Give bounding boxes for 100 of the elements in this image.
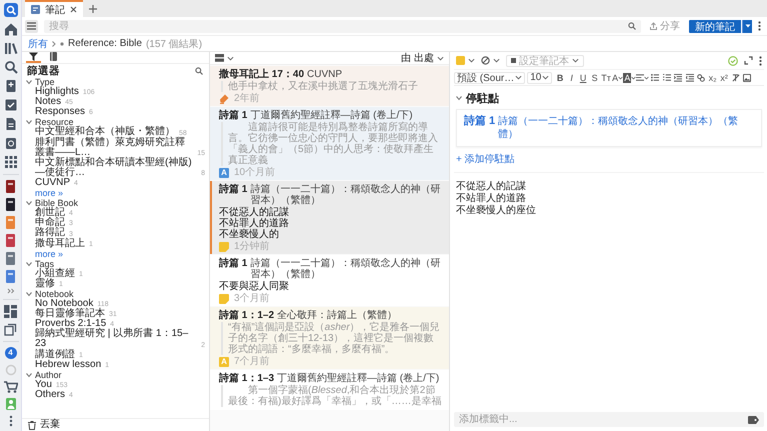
note-text: 不從惡人的記謀 不站罪人的道路 不坐褻慢人的 (219, 207, 290, 240)
format-button[interactable] (649, 71, 661, 84)
chevron-icon (52, 40, 56, 46)
filter-group-header[interactable]: Tags (26, 258, 209, 269)
search-icon[interactable] (628, 22, 636, 30)
filter-group-header[interactable]: Author (26, 370, 209, 380)
filter-label: 靈修 (35, 278, 55, 289)
dropdown-button[interactable] (742, 20, 752, 32)
cart-icon[interactable] (4, 381, 18, 393)
menu-button[interactable] (25, 20, 38, 32)
breadcrumb-current: Reference: Bible (68, 38, 142, 49)
more-icon[interactable] (759, 56, 762, 66)
size-dropdown[interactable]: 10 (527, 72, 552, 84)
expand-icon[interactable] (744, 56, 753, 65)
section-header[interactable]: 停駐點 (456, 90, 762, 106)
list-view-icon (215, 54, 224, 62)
note-card[interactable]: 詩篇 1：1–2 全心敬拜：詩篇上（繁體） “有福”這個詞是亞設（asher），它是雅各一個兒子的名字（創三十12-13），這裡它是一個複數形式的詞語：“多麼幸福，多麼有福”。 A 7个月前 (210, 307, 449, 369)
source-title: 丁道爾舊約聖經註釋—詩篇 (卷上/下) (250, 110, 413, 121)
note-reference: 詩篇 1 (219, 258, 248, 269)
note-reference: 詩篇 1：1–3 (219, 373, 274, 384)
tab[interactable]: 筆記 (25, 0, 83, 17)
notebook-icon (50, 52, 57, 61)
new-note-button[interactable]: 新的筆記 (689, 20, 741, 32)
clipboard-icon[interactable] (4, 136, 18, 150)
bullet-list-icon (651, 74, 660, 82)
filter-tab[interactable] (47, 52, 60, 63)
format-button[interactable]: S (588, 71, 600, 84)
pin-link[interactable]: 詩篇 1 詩篇（一一二十篇）：稱頌敬念人的神（研習本）（繁體） (464, 115, 754, 141)
filter-label: 中文聖經和合本（神版・繁體） (35, 127, 175, 138)
trash-item[interactable]: 丟棄 (22, 418, 209, 431)
logo-icon[interactable] (4, 3, 18, 17)
font-dropdown[interactable]: 預設 (Sour… (454, 72, 526, 84)
format-button[interactable]: A (623, 71, 636, 84)
format-button[interactable]: x₂ (706, 71, 718, 84)
quote-text: 他手中拿杖，又在溪中挑選了五塊光滑石子 (221, 81, 442, 92)
more-link[interactable]: more » (26, 248, 64, 259)
caret-icon (644, 76, 650, 80)
visibility-button[interactable] (481, 56, 500, 65)
filter-label: You (35, 380, 52, 390)
note-card[interactable]: 詩篇 1 詩篇（一一二十篇）：稱頌敬念人的神（研習本）（繁體） 不要與惡人同聚 3个月前 (210, 255, 449, 306)
search-icon[interactable] (4, 60, 18, 74)
filter-label: 腓利門書（繁體）萊克姆研究註釋叢書——L… (35, 138, 185, 158)
more-icon[interactable] (8, 415, 12, 427)
book-icon[interactable] (6, 198, 15, 211)
filter-title: 篩選器 (27, 64, 60, 76)
source-title: 全心敬拜：詩篇上（繁體） (277, 310, 398, 321)
format-button[interactable] (672, 71, 684, 84)
layout-icon[interactable] (4, 305, 17, 318)
card-icon[interactable] (4, 79, 18, 93)
highlight-style-button[interactable] (456, 56, 475, 65)
double-chevron-icon[interactable] (6, 288, 14, 294)
close-icon[interactable] (70, 6, 77, 13)
format-button[interactable]: x² (718, 71, 730, 84)
caret-icon (515, 75, 522, 80)
add-pin-link[interactable]: + 添加停駐點 (456, 152, 515, 166)
filter-group-header[interactable]: Type (26, 77, 209, 88)
more-icon[interactable] (758, 21, 761, 31)
format-button[interactable]: I (566, 71, 578, 84)
note-card[interactable]: 詩篇 1：1–3 丁道爾舊約聖經註釋—詩篇 (卷上/下) 第一個字蒙福(Blessed,和合本出現於第2節最後：有福)最好譯爲「幸福」，或「……是幸福 (210, 370, 449, 410)
view-button[interactable] (215, 54, 234, 62)
home-icon[interactable] (4, 22, 18, 36)
sort-dropdown[interactable]: 由 出處 (401, 51, 444, 65)
document-icon[interactable] (4, 117, 18, 131)
filter-group-header[interactable]: Notebook (26, 288, 209, 300)
more-link[interactable]: more » (26, 188, 64, 198)
highlighter-icon (456, 56, 465, 65)
format-button[interactable]: U (577, 71, 589, 84)
format-button[interactable] (741, 71, 753, 84)
quote-text: 第一個字蒙福(Blessed,和合本出現於第2節最後：有福)最好譯爲「幸福」，或「……是幸福 (221, 385, 442, 407)
search-field[interactable]: 搜尋 (44, 20, 641, 32)
filter-label: Notes (35, 97, 62, 108)
search-icon[interactable] (195, 66, 203, 74)
note-card[interactable]: 撒母耳記上 17：40 CUVNP 他手中拿杖，又在溪中挑選了五塊光滑石子 2年前 (210, 66, 449, 106)
note-text: 不要與惡人同聚 (219, 281, 290, 292)
note-reference: 詩篇 1：1–2 (219, 310, 274, 321)
note-card[interactable]: 詩篇 1 詩篇（一一二十篇）：稱頌敬念人的神（研習本）（繁體） 不從惡人的記謀 不站罪人的道路 不坐褻慢人的 1分钟前 (210, 181, 449, 254)
copy-icon[interactable] (4, 323, 17, 336)
format-button[interactable]: A (612, 71, 624, 84)
tag-field[interactable]: 添加標籤中... (454, 412, 764, 427)
tab-label: 筆記 (45, 4, 65, 16)
note-icon (31, 5, 40, 14)
clear-format-icon (732, 74, 740, 82)
format-button[interactable] (684, 71, 696, 84)
result-count: (157 個結果) (146, 38, 202, 50)
format-button[interactable]: B (554, 71, 566, 84)
note-card[interactable]: 詩篇 1 丁道爾舊約聖經註釋—詩篇 (卷上/下) 這篇詩很可能是特別爲整卷詩篇所寫的導言。它彷彿一位忠心的守門人，要那些即將進入「義人的會」（5節）中的人思考：使敬拜產生真正意義 A 10个月前 (210, 107, 449, 180)
timestamp: 7个月前 (234, 356, 270, 367)
checklist-icon[interactable] (4, 98, 18, 112)
library-icon[interactable] (4, 41, 18, 55)
breadcrumb-link[interactable]: 所有 (28, 36, 48, 50)
format-button[interactable]: Tт (600, 71, 612, 84)
filter-label: 每日靈修筆記本 (35, 309, 105, 320)
format-button[interactable] (695, 71, 707, 84)
outdent-icon (686, 74, 694, 82)
grid-icon[interactable] (4, 155, 18, 169)
indent-icon (674, 74, 682, 82)
book-icon[interactable] (6, 180, 15, 193)
notification-badge[interactable]: 4 (4, 347, 16, 359)
plus-icon[interactable] (89, 4, 97, 12)
filter-tab[interactable] (26, 52, 41, 63)
